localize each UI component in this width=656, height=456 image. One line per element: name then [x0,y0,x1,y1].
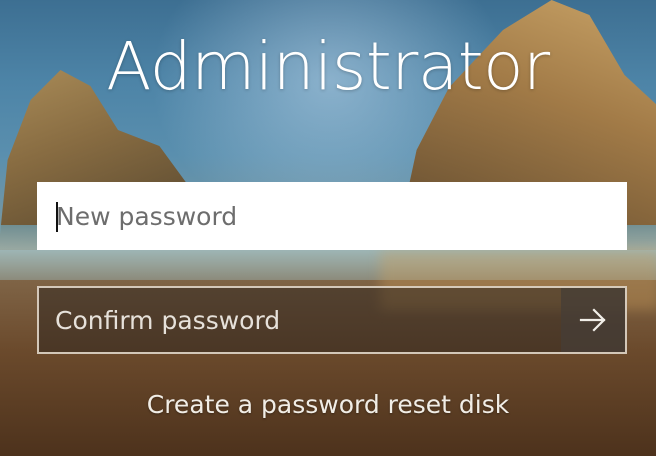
create-reset-disk-link[interactable]: Create a password reset disk [0,390,656,419]
lock-screen: Administrator Create a password reset di… [0,0,656,456]
text-caret [56,202,58,232]
arrow-right-icon [579,308,606,332]
user-name-title: Administrator [106,28,550,105]
new-password-input[interactable] [56,185,616,247]
confirm-password-field[interactable] [37,286,627,354]
new-password-field[interactable] [37,182,627,250]
submit-button[interactable] [561,288,625,352]
confirm-password-input[interactable] [55,288,555,352]
